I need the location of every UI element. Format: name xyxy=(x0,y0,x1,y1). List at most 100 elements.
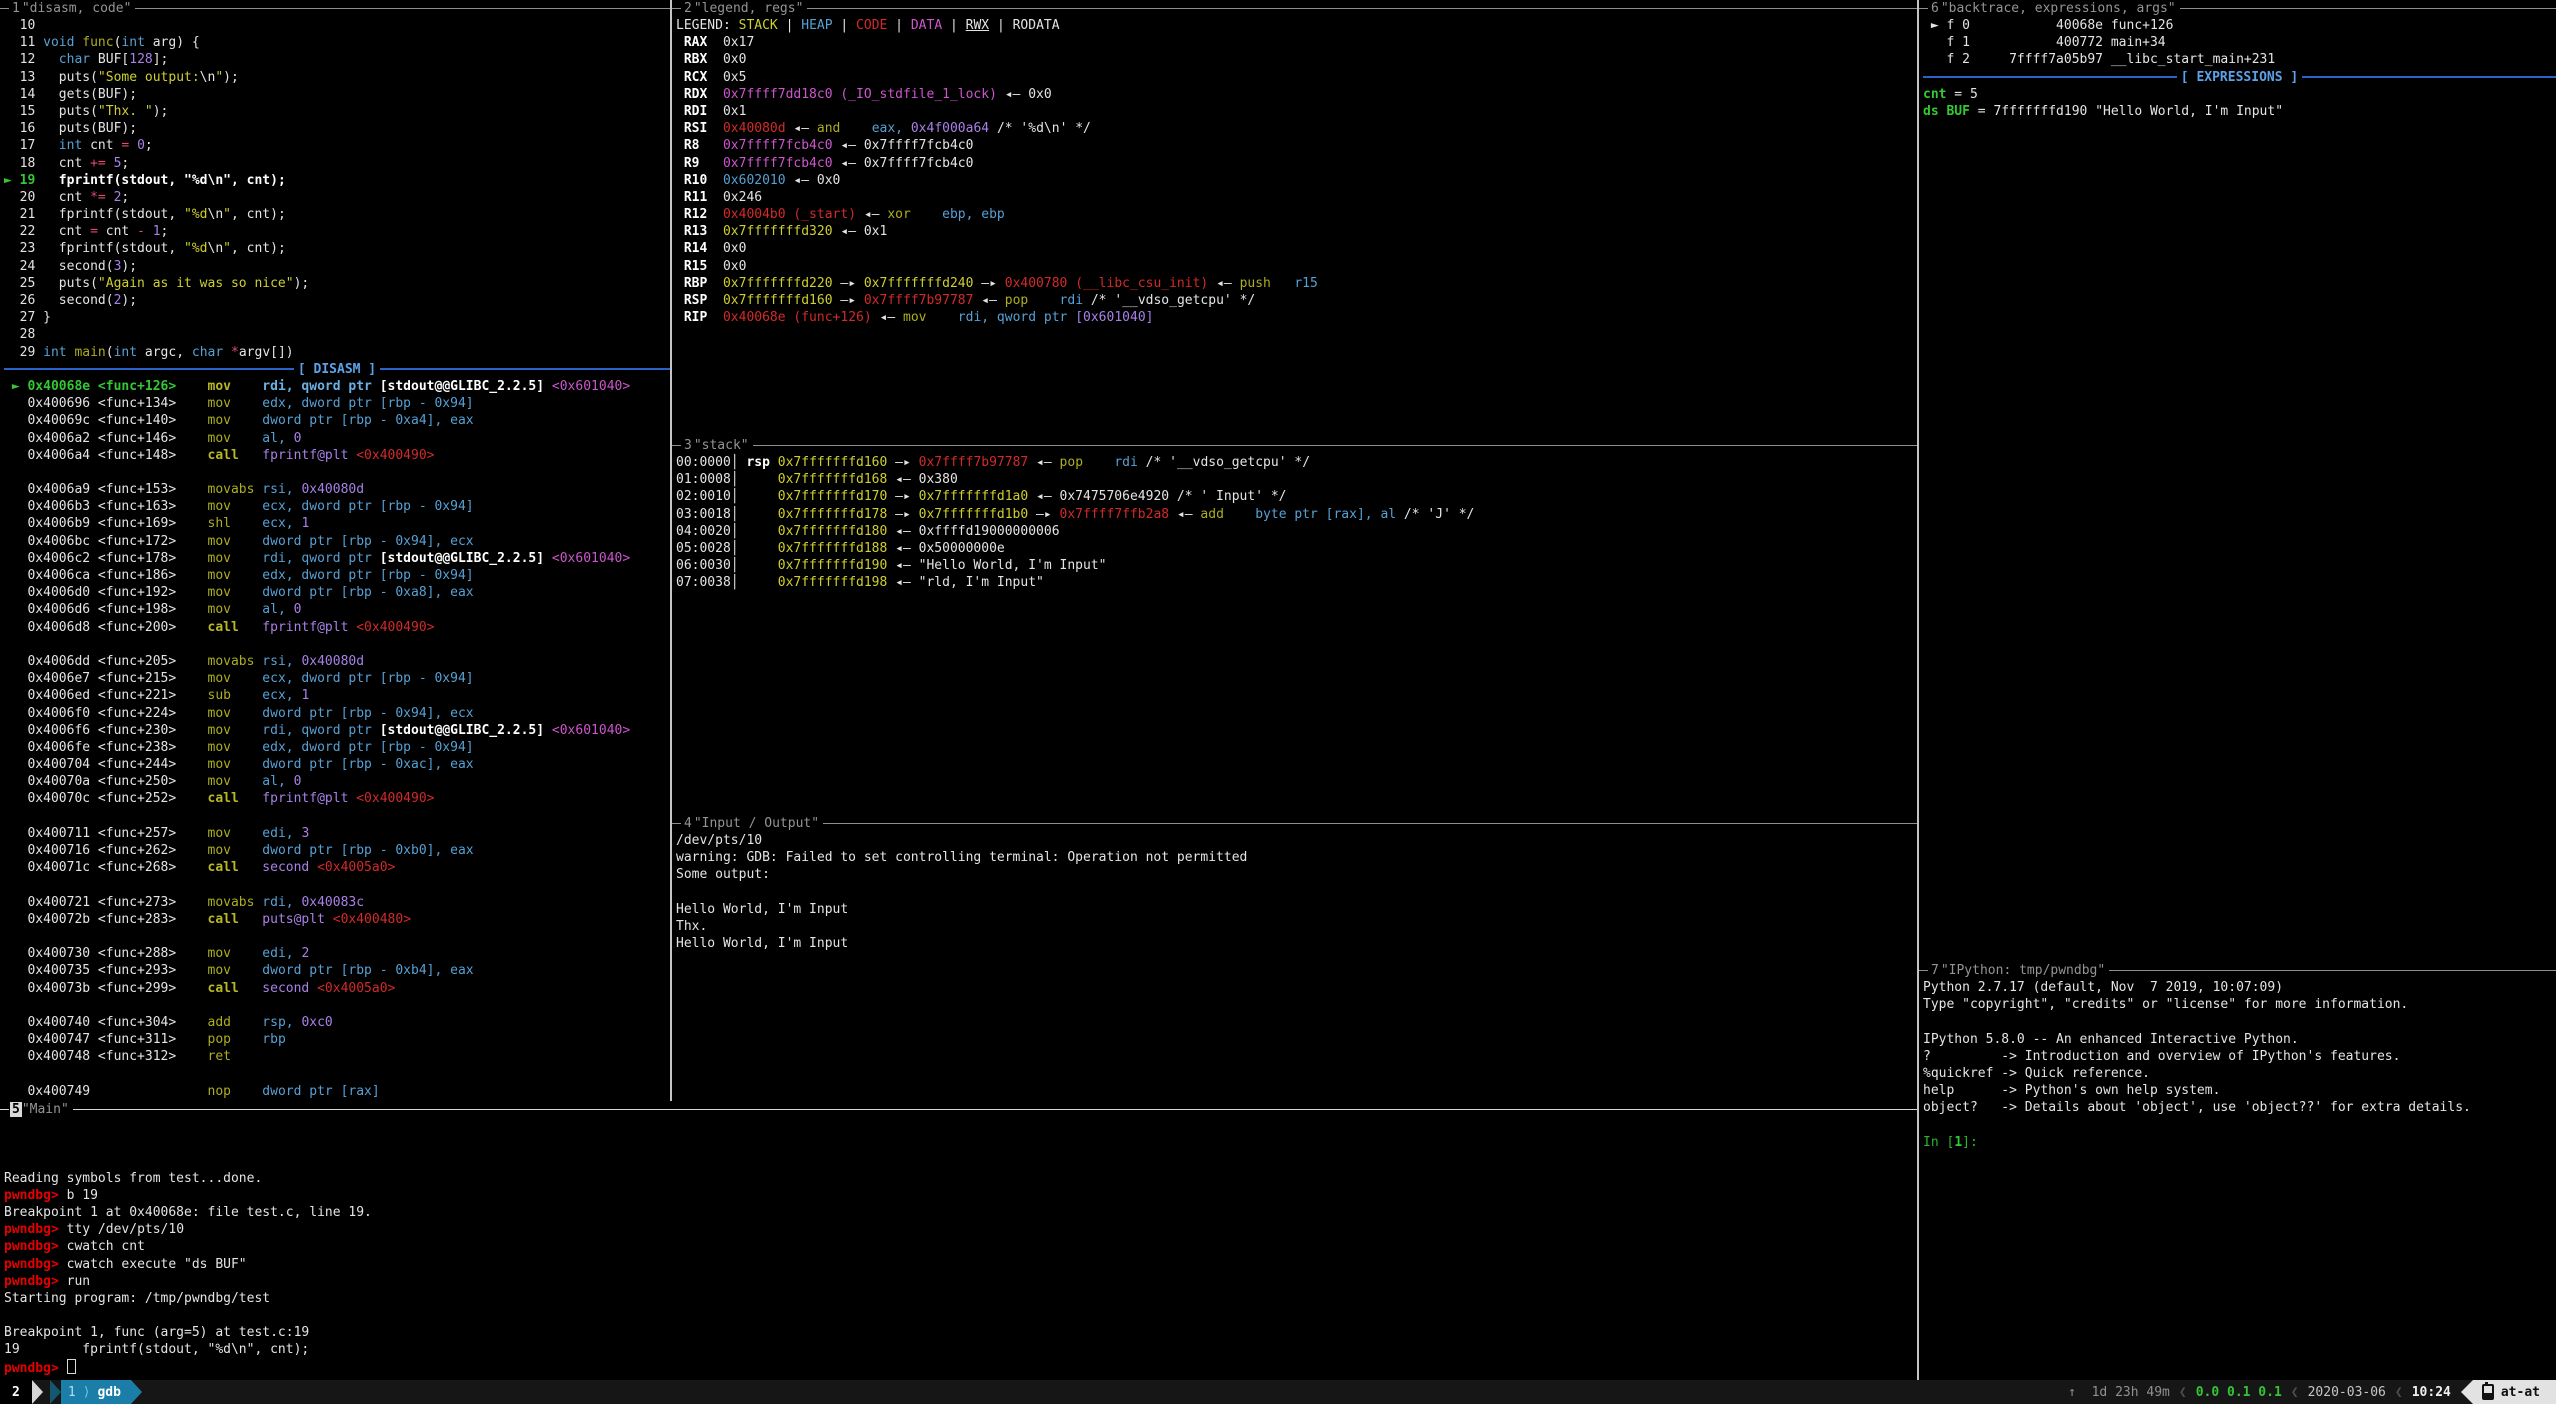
terminal-row xyxy=(4,876,670,893)
terminal-text-segment: help -> Python's own help system. xyxy=(1923,1083,2220,1098)
terminal-text-segment: [stdout@@GLIBC_2.2.5] xyxy=(380,379,544,394)
pane-stack[interactable]: 3 "stack" 00:0000│ rsp 0x7fffffffd160 —▸… xyxy=(672,437,1917,815)
terminal-text-segment: puts@plt xyxy=(262,912,332,927)
terminal-text-segment: 0x4006e7 <func+215> xyxy=(4,671,208,686)
terminal-text-segment: edi, xyxy=(262,946,301,961)
pane-backtrace-expressions[interactable]: 6 "backtrace, expressions, args" ► f 0 4… xyxy=(1919,0,2556,962)
uptime-indicator: ↑ 1d 23h 49m xyxy=(2068,1385,2170,1400)
terminal-text-segment: mov xyxy=(208,723,231,738)
terminal-text-segment: pwndbg> xyxy=(4,1188,67,1203)
terminal-text-segment: ecx, xyxy=(262,516,301,531)
terminal-row: ► 0x40068e <func+126> mov rdi, qword ptr… xyxy=(4,378,670,395)
terminal-text-segment: 04:0020│ xyxy=(676,524,778,539)
terminal-text-segment: dword ptr [rbp - 0xb0], eax xyxy=(262,843,473,858)
terminal-text-segment: 0x7fffffffd160 xyxy=(778,455,888,470)
terminal-text-segment: cnt xyxy=(82,138,121,153)
pane-number: 7 xyxy=(1929,963,1941,978)
terminal-text-segment: ► f 0 40068e func+126 xyxy=(1923,18,2173,33)
pane-legend-regs[interactable]: 2 "legend, regs" LEGEND: STACK | HEAP | … xyxy=(672,0,1917,437)
terminal-text-segment: sub xyxy=(208,688,231,703)
battery-icon xyxy=(2482,1384,2494,1400)
border-line xyxy=(672,8,681,9)
terminal-text-segment xyxy=(231,671,262,686)
terminal-text-segment: R10 xyxy=(676,173,723,188)
terminal-text-segment: 0x7fffffffd160 xyxy=(723,293,833,308)
terminal-text-segment: 1 xyxy=(153,224,161,239)
pane-border-title: 7 "IPython: tmp/pwndbg" xyxy=(1919,962,2556,979)
pane-content: /dev/pts/10warning: GDB: Failed to set c… xyxy=(672,832,1917,952)
terminal-row xyxy=(1923,1013,2556,1030)
terminal-row: LEGEND: STACK | HEAP | CODE | DATA | RWX… xyxy=(676,17,1917,34)
terminal-text-segment: = 7fffffffd190 "Hello World, I'm Input" xyxy=(1970,104,2283,119)
terminal-text-segment: 0x7ffff7dd18c0 (_IO_stdfile_1_lock) xyxy=(723,87,997,102)
terminal-text-segment: RCX xyxy=(676,70,723,85)
terminal-row: 0x4006b3 <func+163> mov ecx, dword ptr [… xyxy=(4,498,670,515)
pane-main-gdb[interactable]: 5 "Main" Reading symbols from test...don… xyxy=(0,1101,1917,1380)
terminal-text-segment xyxy=(231,843,262,858)
terminal-text-segment: 23 fprintf(stdout, xyxy=(4,241,184,256)
powerline-arrow-icon xyxy=(131,1380,142,1404)
terminal-text-segment: R8 xyxy=(676,138,723,153)
pane-ipython[interactable]: 7 "IPython: tmp/pwndbg" Python 2.7.17 (d… xyxy=(1919,962,2556,1380)
terminal-text-segment xyxy=(231,431,262,446)
terminal-text-segment: edx, dword ptr [rbp - 0x94] xyxy=(262,568,473,583)
terminal-row: 0x40069c <func+140> mov dword ptr [rbp -… xyxy=(4,412,670,429)
terminal-text-segment: " xyxy=(223,207,231,222)
terminal-text-segment: ecx, dword ptr [rbp - 0x94] xyxy=(262,499,473,514)
session-indicator[interactable]: 2 xyxy=(0,1380,32,1404)
terminal-text-segment: 01:0008│ xyxy=(676,472,778,487)
terminal-text-segment: ◂— xyxy=(872,310,903,325)
divider-line xyxy=(2302,76,2556,78)
divider-line xyxy=(380,368,670,370)
window-tab-gdb[interactable]: 1 ⟩ gdb xyxy=(61,1380,131,1404)
terminal-text-segment: 0x602010 xyxy=(723,173,786,188)
pane-divider-vertical[interactable] xyxy=(670,0,672,1101)
terminal-text-segment: 0x4006d6 <func+198> xyxy=(4,602,208,617)
divider-line xyxy=(1923,76,2177,78)
pane-divider-vertical[interactable] xyxy=(1917,0,1919,1380)
terminal-row xyxy=(4,1065,670,1082)
pane-disasm-code[interactable]: 1 "disasm, code" 10 11 void func(int arg… xyxy=(0,0,670,1101)
pane-number: 4 xyxy=(682,816,694,831)
terminal-text-segment: movabs xyxy=(208,482,255,497)
terminal-row: 0x4006d6 <func+198> mov al, 0 xyxy=(4,601,670,618)
terminal-text-segment: 0x40072b <func+283> xyxy=(4,912,208,927)
terminal-text-segment: 0x40080d xyxy=(301,654,364,669)
terminal-text-segment xyxy=(840,121,871,136)
terminal-text-segment xyxy=(770,455,778,470)
terminal-text-segment: ◂— 0x0 xyxy=(786,173,841,188)
terminal-text-segment: call xyxy=(208,448,239,463)
terminal-text-segment: 0x7fffffffd168 xyxy=(778,472,888,487)
terminal-text-segment: 0x40071c <func+268> xyxy=(4,860,208,875)
terminal-row: 22 cnt = cnt - 1; xyxy=(4,223,670,240)
terminal-text-segment: 0 xyxy=(294,774,302,789)
pane-content: ► f 0 40068e func+126 f 1 400772 main+34… xyxy=(1919,17,2556,120)
terminal-text-segment: 0 xyxy=(137,138,145,153)
terminal-text-segment: 29 xyxy=(4,345,43,360)
terminal-text-segment: | xyxy=(833,18,856,33)
terminal-text-segment: 0x7fffffffd190 xyxy=(778,558,888,573)
terminal-text-segment: <0x4005a0> xyxy=(317,981,395,996)
pane-input-output[interactable]: 4 "Input / Output" /dev/pts/10warning: G… xyxy=(672,815,1917,1101)
terminal-row: R11 0x246 xyxy=(676,189,1917,206)
terminal-row: RBP 0x7fffffffd220 —▸ 0x7fffffffd240 —▸ … xyxy=(676,275,1917,292)
terminal-text-segment: += xyxy=(90,156,106,171)
terminal-row: RCX 0x5 xyxy=(676,69,1917,86)
terminal-text-segment xyxy=(231,534,262,549)
terminal-text-segment xyxy=(1224,507,1255,522)
terminal-text-segment: | xyxy=(887,18,910,33)
terminal-text-segment: xor xyxy=(887,207,910,222)
terminal-row: Hello World, I'm Input xyxy=(676,901,1917,918)
terminal-row: RSP 0x7fffffffd160 —▸ 0x7ffff7b97787 ◂— … xyxy=(676,292,1917,309)
terminal-text-segment: 0x0 xyxy=(723,259,746,274)
terminal-row: R9 0x7ffff7fcb4c0 ◂— 0x7ffff7fcb4c0 xyxy=(676,155,1917,172)
terminal-text-segment xyxy=(231,963,262,978)
terminal-text-segment: al, xyxy=(262,602,293,617)
terminal-text-segment: argv[]) xyxy=(239,345,294,360)
border-line xyxy=(1919,970,1928,971)
terminal-text-segment: 11 xyxy=(4,35,43,50)
terminal-text-segment: /* 'J' */ xyxy=(1396,507,1474,522)
border-line xyxy=(2180,8,2556,9)
terminal-text-segment: dword ptr [rbp - 0xa4], eax xyxy=(262,413,473,428)
terminal-text-segment: int xyxy=(114,345,137,360)
